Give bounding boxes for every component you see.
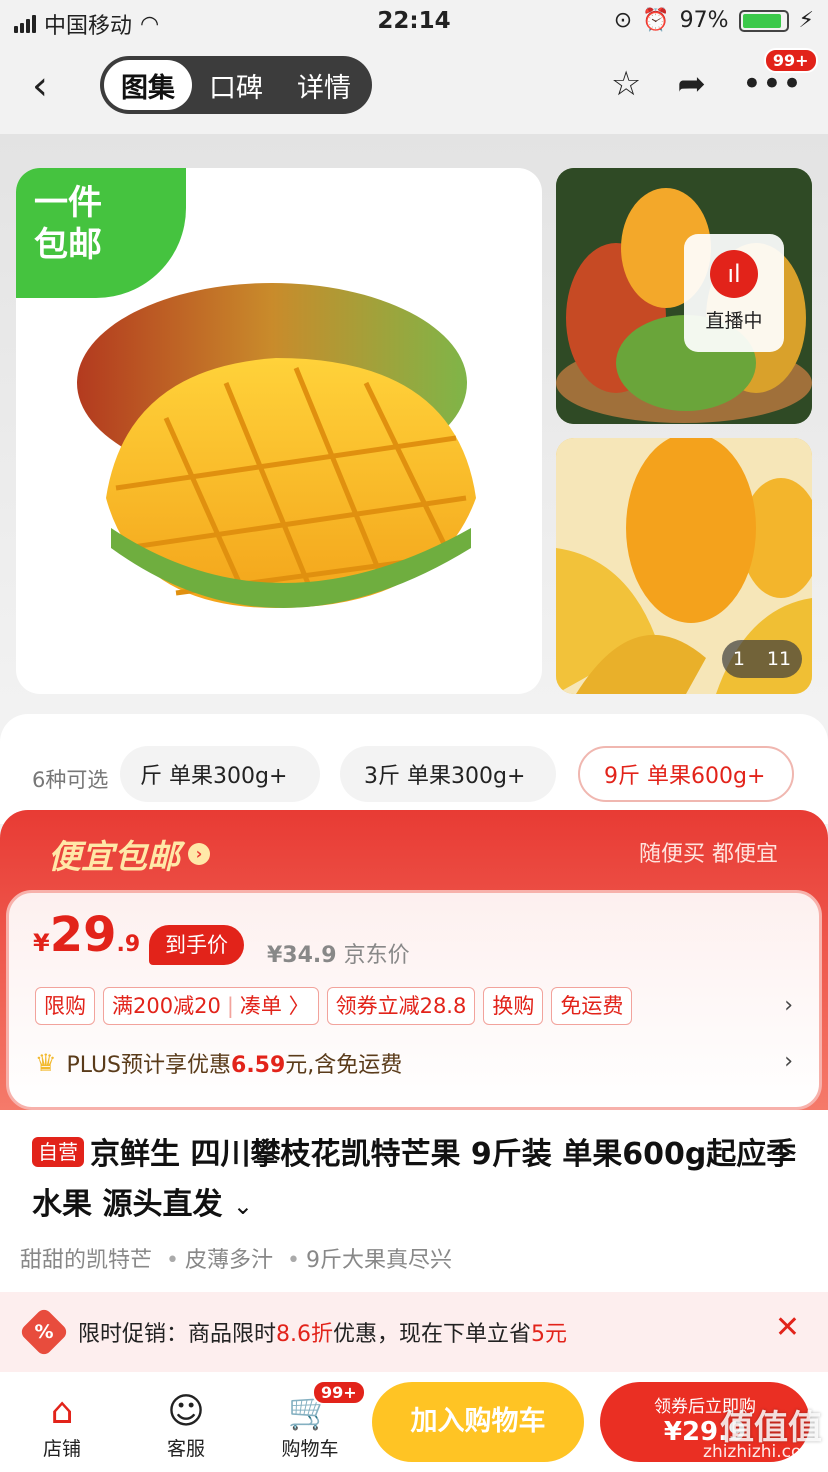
arrow-right-icon: › xyxy=(188,843,210,865)
battery-icon xyxy=(738,9,789,32)
product-info: 自营 京鲜生 四川攀枝花凯特芒果 9斤装 单果600g起应季水果 源头直发 ⌄ 甜… xyxy=(0,1110,828,1292)
chip-full-reduction[interactable]: 满200减20 | 凑单 〉 xyxy=(103,987,319,1025)
selling-point: 甜甜的凯特芒 xyxy=(20,1248,153,1273)
selling-point: 9斤大果真尽兴 xyxy=(287,1242,452,1274)
promo-chips: 限购 满200减20 | 凑单 〉 领券立减28.8 换购 免运费 xyxy=(35,987,633,1025)
price-tag: 到手价 xyxy=(149,925,244,965)
variant-option[interactable]: 斤 单果300g+ xyxy=(120,746,320,802)
watermark-url: zhizhizhi.com xyxy=(703,1442,818,1462)
nav-actions: ☆ ➦ ••• 99+ xyxy=(611,48,818,104)
price-card: ¥ 29 .9 到手价 ¥34.9 京东价 限购 满200减20 | 凑单 〉 领券… xyxy=(6,890,822,1110)
chip-full-reduction-text: 满200减20 xyxy=(112,994,221,1018)
final-price: ¥ 29 .9 xyxy=(33,907,140,963)
share-icon[interactable]: ➦ xyxy=(677,64,706,104)
thumbnail-peeled[interactable]: 1 11 xyxy=(556,438,812,694)
store-label: 店铺 xyxy=(42,1438,81,1460)
variant-option-selected[interactable]: 9斤 单果600g+ xyxy=(578,746,794,802)
battery-percent: 97% xyxy=(679,8,729,33)
store-button[interactable]: ⌂ 店铺 xyxy=(12,1390,112,1461)
service-label: 客服 xyxy=(166,1438,205,1460)
counter-total: 11 xyxy=(766,648,792,670)
jd-price-value: ¥34.9 xyxy=(267,943,337,968)
flash-sale-pre: 限时促销：商品限时 xyxy=(78,1322,277,1347)
variant-option[interactable]: 3斤 单果300g+ xyxy=(340,746,556,802)
favorite-star-icon[interactable]: ☆ xyxy=(611,64,641,104)
message-badge: 99+ xyxy=(763,48,818,73)
chat-icon: ☺ xyxy=(167,1391,205,1432)
tab-gallery[interactable]: 图集 xyxy=(104,60,192,110)
variant-selector: 6种可选 斤 单果300g+ 3斤 单果300g+ 9斤 单果600g+ xyxy=(0,714,828,824)
thumbnail-live[interactable]: ıl 直播中 xyxy=(556,168,812,424)
promo-title[interactable]: 便宜包邮 › xyxy=(48,830,210,878)
chip-add-on-text[interactable]: 凑单 〉 xyxy=(240,994,310,1018)
back-button[interactable]: ‹ xyxy=(32,66,72,106)
free-ship-line1: 一件 xyxy=(34,183,102,223)
flash-sale-bar[interactable]: % 限时促销：商品限时8.6折优惠，现在下单立省5元 ✕ xyxy=(0,1292,828,1372)
status-bar: 中国移动 ◠ 22:14 ⊙ ⏰ 97% ⚡ xyxy=(0,0,828,44)
selling-points: 甜甜的凯特芒 皮薄多汁 9斤大果真尽兴 xyxy=(20,1242,452,1274)
alarm-icon: ⏰ xyxy=(642,8,670,33)
service-button[interactable]: ☺ 客服 xyxy=(136,1390,236,1461)
plus-text: PLUS预计享优惠 xyxy=(66,1053,232,1078)
charging-icon: ⚡ xyxy=(798,8,814,33)
chip-limit[interactable]: 限购 xyxy=(35,987,95,1025)
product-title-text: 京鲜生 四川攀枝花凯特芒果 9斤装 单果600g起应季水果 源头直发 xyxy=(32,1137,797,1222)
price-decimal: .9 xyxy=(116,932,141,957)
product-title[interactable]: 自营 京鲜生 四川攀枝花凯特芒果 9斤装 单果600g起应季水果 源头直发 ⌄ xyxy=(32,1130,802,1231)
image-gallery: 一件 包邮 ıl 直播中 1 11 xyxy=(0,134,828,714)
chip-coupon[interactable]: 领券立减28.8 xyxy=(326,987,476,1025)
promo-block: 便宜包邮 › 随便买 都便宜 ¥ 29 .9 到手价 ¥34.9 京东价 限购 … xyxy=(0,810,828,1110)
chevron-right-icon[interactable]: › xyxy=(784,1049,793,1074)
chevron-right-icon[interactable]: › xyxy=(784,993,793,1018)
flash-sale-discount: 8.6折 xyxy=(276,1322,334,1347)
chevron-down-icon[interactable]: ⌄ xyxy=(233,1192,253,1220)
plus-text-post: 元,含免运费 xyxy=(285,1053,403,1078)
image-counter: 1 11 xyxy=(722,640,802,678)
promo-title-text: 便宜包邮 xyxy=(48,837,180,876)
selling-point: 皮薄多汁 xyxy=(166,1242,273,1274)
store-icon: ⌂ xyxy=(50,1391,74,1432)
self-operated-badge: 自营 xyxy=(32,1137,84,1167)
jd-price-label: 京东价 xyxy=(343,943,410,968)
jd-price: ¥34.9 京东价 xyxy=(267,937,410,969)
chip-free-shipping[interactable]: 免运费 xyxy=(551,987,633,1025)
counter-current: 1 xyxy=(732,648,746,670)
flash-sale-mid: 优惠，现在下单立省 xyxy=(333,1322,532,1347)
view-tabs: 图集 口碑 详情 xyxy=(100,56,372,114)
price-currency: ¥ xyxy=(33,929,50,957)
add-to-cart-button[interactable]: 加入购物车 xyxy=(372,1382,584,1462)
cart-badge: 99+ xyxy=(312,1380,366,1405)
flash-sale-text: 限时促销：商品限时8.6折优惠，现在下单立省5元 xyxy=(78,1316,567,1348)
flash-sale-save: 5元 xyxy=(531,1322,568,1347)
cart-button[interactable]: 🛒 购物车 99+ xyxy=(260,1380,366,1461)
tab-details[interactable]: 详情 xyxy=(280,60,368,110)
free-ship-line2: 包邮 xyxy=(34,225,102,265)
more-icon[interactable]: ••• 99+ xyxy=(742,48,818,104)
cart-label: 购物车 xyxy=(281,1438,339,1460)
live-indicator[interactable]: ıl 直播中 xyxy=(684,234,784,352)
crown-icon: ♛ xyxy=(35,1049,57,1077)
main-product-image[interactable]: 一件 包邮 xyxy=(16,168,542,694)
percent-icon: % xyxy=(18,1306,70,1358)
promo-subtitle: 随便买 都便宜 xyxy=(639,842,778,867)
variant-count-label: 6种可选 xyxy=(32,768,109,792)
lock-rotation-icon: ⊙ xyxy=(613,8,633,33)
top-nav: ‹ 图集 口碑 详情 ☆ ➦ ••• 99+ xyxy=(0,44,828,134)
plus-value: 6.59 xyxy=(231,1053,286,1078)
live-icon: ıl xyxy=(710,250,758,298)
close-icon[interactable]: ✕ xyxy=(775,1310,800,1345)
price-integer: 29 xyxy=(49,907,117,963)
tab-reviews[interactable]: 口碑 xyxy=(192,60,280,110)
live-label: 直播中 xyxy=(705,310,763,332)
plus-benefit[interactable]: ♛ PLUS预计享优惠6.59元,含免运费 xyxy=(35,1047,402,1079)
chip-trade-up[interactable]: 换购 xyxy=(483,987,544,1025)
